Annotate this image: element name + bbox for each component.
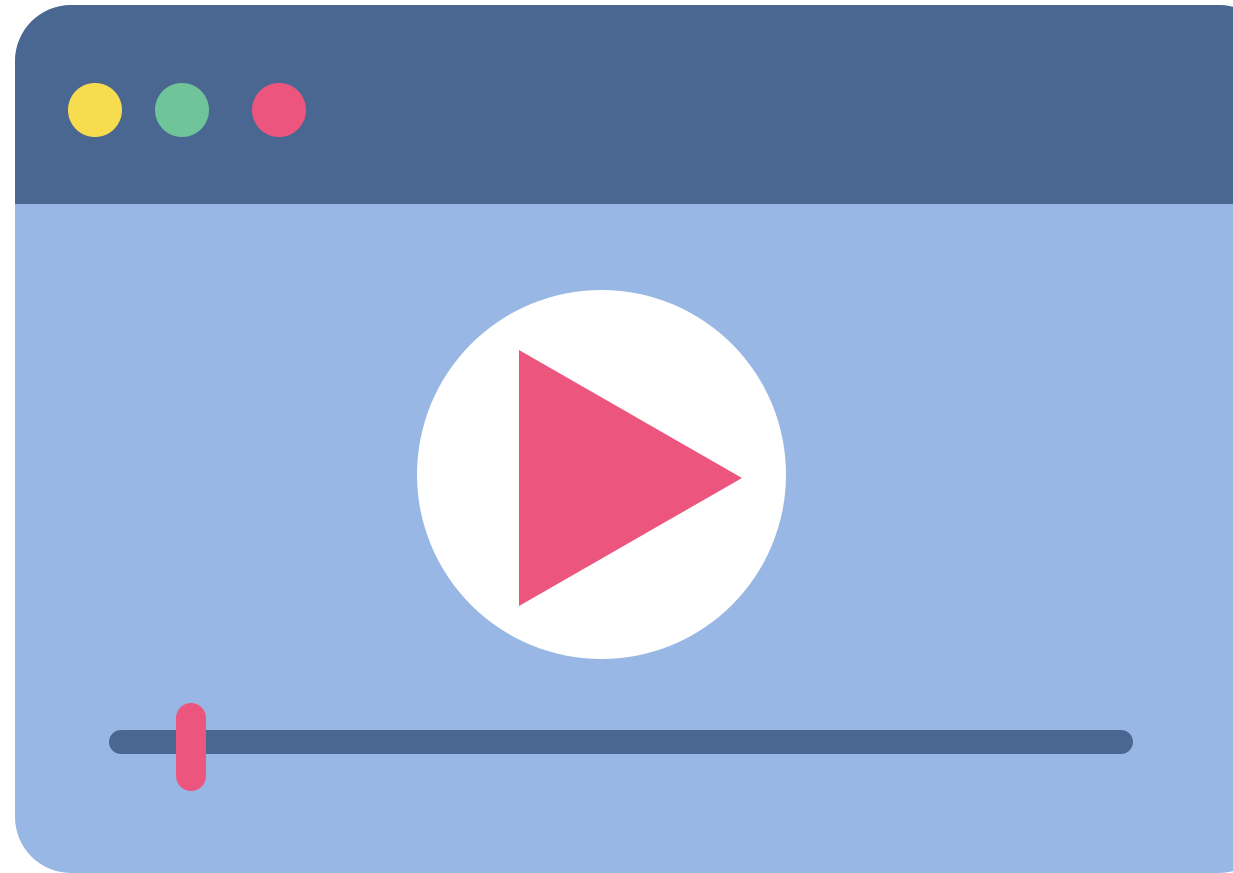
progress-handle[interactable] — [175, 703, 206, 791]
video-player — [15, 204, 1233, 873]
minimize-button[interactable] — [68, 83, 122, 137]
progress-bar[interactable] — [109, 730, 1133, 754]
title-bar — [15, 5, 1233, 204]
browser-window — [15, 5, 1233, 873]
play-icon — [519, 350, 742, 606]
play-button[interactable] — [417, 290, 786, 659]
maximize-button[interactable] — [155, 83, 209, 137]
close-button[interactable] — [252, 83, 306, 137]
